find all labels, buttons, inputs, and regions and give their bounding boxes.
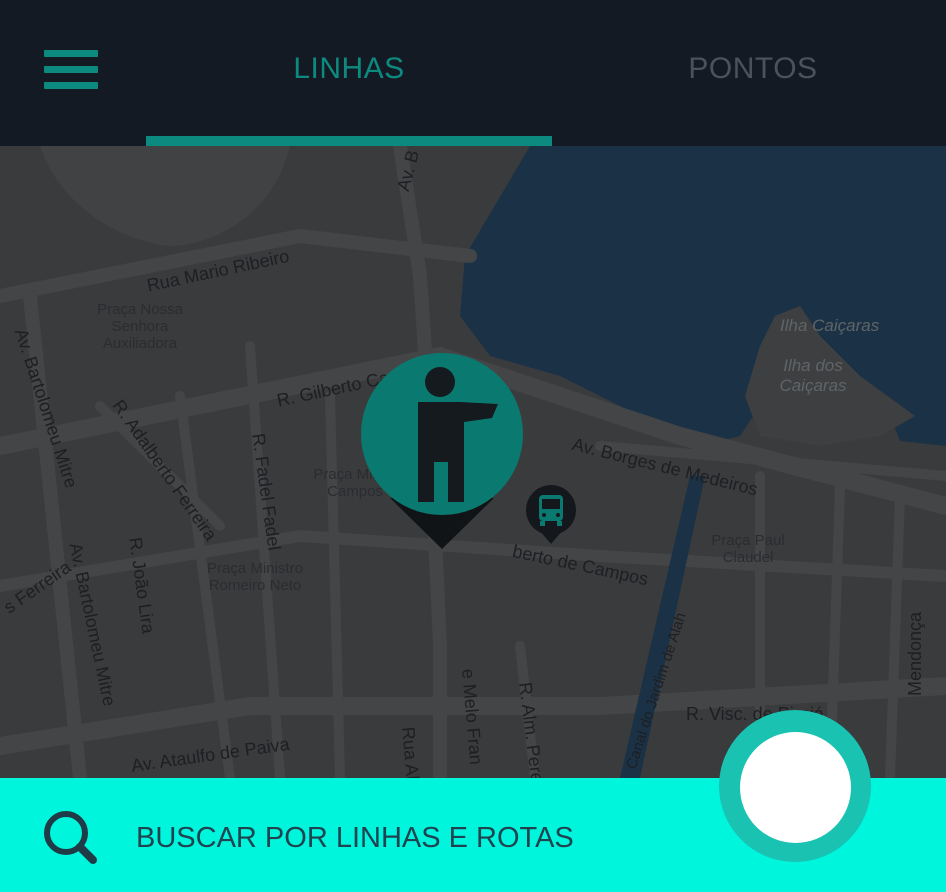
bus-stop-pin[interactable]: [525, 484, 577, 548]
search-input[interactable]: [136, 818, 656, 858]
bus-icon: [526, 485, 576, 544]
place-label: Praça Nossa Senhora Auxiliadora: [97, 301, 183, 352]
place-label: Praça Ministro Romeiro Neto: [207, 560, 303, 594]
street-label: Mendonça: [905, 611, 925, 696]
island-label: Ilha Caiçaras: [780, 316, 880, 335]
tab-linhas[interactable]: LINHAS: [146, 52, 552, 86]
tab-pontos[interactable]: PONTOS: [552, 52, 946, 86]
top-app-bar: LINHAS PONTOS: [0, 0, 946, 146]
place-label: Praça Paul Claudel: [711, 532, 785, 566]
search-icon[interactable]: [40, 808, 100, 868]
floating-action-button[interactable]: [740, 732, 851, 843]
active-tab-indicator: [146, 136, 552, 146]
lagoon-left-water: [40, 146, 290, 246]
person-hailing-icon: [361, 353, 523, 549]
hail-stop-pin[interactable]: [360, 352, 524, 552]
island-label: Ilha dos Caiçaras: [779, 356, 847, 395]
menu-icon[interactable]: [44, 50, 98, 90]
